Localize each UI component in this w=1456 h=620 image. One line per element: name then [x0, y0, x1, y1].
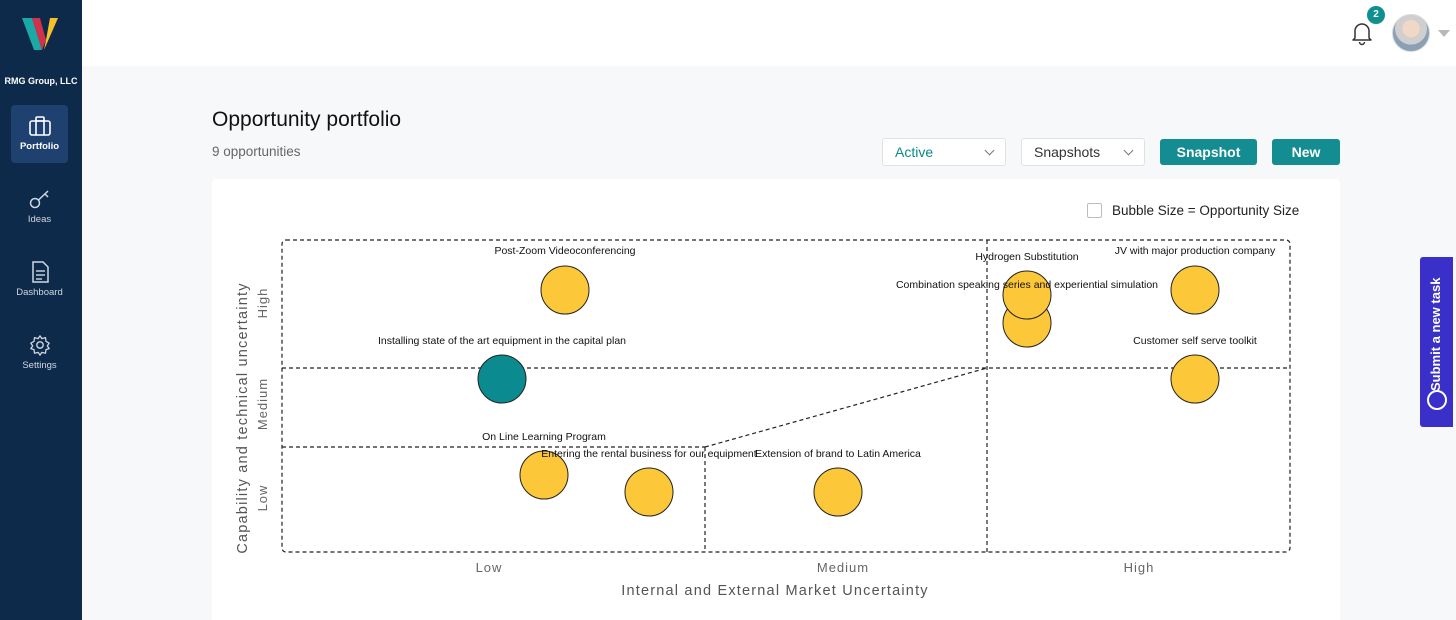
opportunity-bubble[interactable] — [813, 467, 863, 517]
opportunity-bubble[interactable] — [540, 265, 590, 315]
y-tick-label: High — [255, 288, 270, 319]
opportunity-label: Installing state of the art equipment in… — [378, 335, 626, 347]
x-tick-label: Medium — [817, 560, 869, 575]
grid-line — [704, 367, 988, 448]
opportunity-bubble[interactable] — [477, 354, 527, 404]
opportunity-label: Hydrogen Substitution — [975, 251, 1078, 263]
x-axis-label: Internal and External Market Uncertainty — [621, 583, 929, 599]
opportunity-label: Extension of brand to Latin America — [755, 448, 921, 460]
y-tick-label: Medium — [255, 378, 270, 430]
opportunity-label: On Line Learning Program — [482, 431, 606, 443]
opportunity-bubble[interactable] — [1170, 265, 1220, 315]
opportunity-bubble[interactable] — [624, 467, 674, 517]
opportunity-label: Post-Zoom Videoconferencing — [494, 245, 635, 257]
opportunity-label: JV with major production company — [1115, 245, 1276, 257]
opportunity-bubble[interactable] — [1170, 354, 1220, 404]
submit-task-label: Submit a new task — [1428, 277, 1443, 391]
y-tick-label: Low — [255, 485, 270, 512]
opportunity-label: Customer self serve toolkit — [1133, 335, 1257, 347]
x-tick-label: High — [1124, 560, 1155, 575]
submit-task-tab[interactable]: Submit a new task — [1420, 257, 1453, 427]
x-tick-label: Low — [476, 560, 503, 575]
opportunity-label: Combination speaking series and experien… — [896, 279, 1158, 291]
y-axis-label: Capability and technical uncertainty — [235, 282, 251, 553]
opportunity-label: Entering the rental business for our equ… — [541, 448, 756, 460]
portfolio-matrix-chart: Low Medium High Low Medium High Internal and … — [235, 239, 1291, 599]
help-icon — [1427, 390, 1447, 410]
